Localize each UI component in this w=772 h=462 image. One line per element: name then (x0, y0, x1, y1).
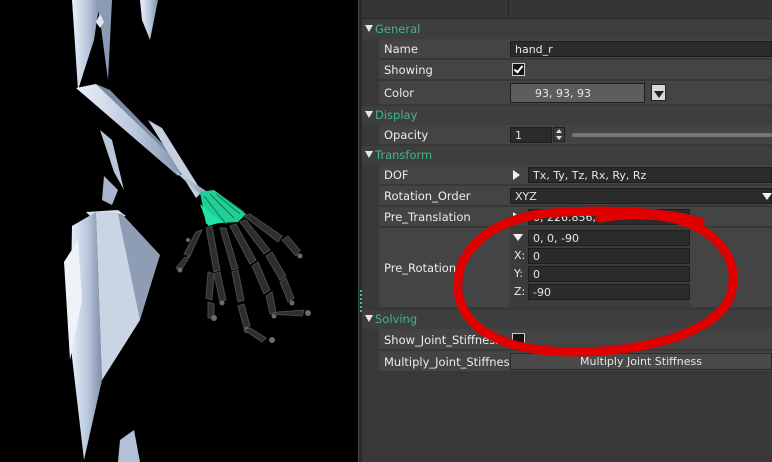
3d-viewport[interactable] (0, 0, 358, 462)
row-show-joint-stiffness: Show_Joint_Stiffness (379, 329, 772, 350)
section-transform-header[interactable]: Transform (362, 146, 772, 165)
section-display-header[interactable]: Display (362, 106, 772, 125)
panel-empty-area (362, 373, 772, 462)
pre-rotation-label: Pre_Rotation (384, 261, 457, 275)
leg-bone (64, 210, 160, 462)
row-multiply-joint-stiffness: Multiply_Joint_Stiffness Multiply Joint … (379, 351, 772, 372)
x-label: X: (514, 249, 526, 262)
section-general-title: General (375, 22, 421, 36)
color-swatch-field[interactable]: 93, 93, 93 (510, 83, 645, 103)
section-display-title: Display (375, 108, 418, 122)
row-dof: DOF Tx, Ty, Tz, Rx, Ry, Rz (379, 165, 772, 185)
row-rotation-order: Rotation_Order XYZ (379, 186, 772, 206)
panel-header-strip (362, 0, 772, 19)
multiply-joint-stiffness-label: Multiply_Joint_Stiffness (384, 355, 516, 369)
finger-bones (175, 213, 301, 329)
opacity-field[interactable]: 1 (510, 127, 552, 143)
row-pre-translation: Pre_Translation 0, 226.856, 90 (379, 207, 772, 227)
dropdown-arrow-icon (654, 91, 664, 98)
properties-panel: General Name hand_r Showing Color 93, 93… (362, 0, 772, 462)
opacity-spinner[interactable] (553, 127, 565, 142)
row-color: Color 93, 93, 93 (379, 81, 772, 105)
pre-translation-label: Pre_Translation (384, 210, 471, 224)
opacity-slider[interactable] (572, 133, 772, 137)
skeleton-view (64, 0, 311, 462)
pre-translation-field[interactable]: 0, 226.856, 90 (528, 209, 690, 225)
upper-arm-bone (76, 84, 202, 205)
dof-label: DOF (384, 168, 409, 182)
show-joint-stiffness-checkbox[interactable] (512, 333, 525, 346)
row-opacity: Opacity 1 (379, 125, 772, 145)
row-pre-rotation: Pre_Rotation 0, 0, -90 X: 0 Y: 0 Z: -90 (379, 228, 772, 308)
spin-up-icon[interactable] (556, 129, 562, 133)
opacity-label: Opacity (384, 128, 429, 142)
checkmark-icon (513, 63, 524, 74)
rotation-x-field[interactable]: 0 (528, 248, 690, 264)
dof-field[interactable]: Tx, Ty, Tz, Rx, Ry, Rz (528, 167, 772, 183)
name-field[interactable]: hand_r (510, 41, 772, 57)
row-showing: Showing (379, 60, 772, 80)
rotation-order-select[interactable]: XYZ (510, 188, 772, 204)
rotation-z-field[interactable]: -90 (528, 284, 690, 300)
section-solving-title: Solving (375, 312, 418, 326)
dropdown-arrow-icon[interactable] (762, 193, 772, 200)
z-label: Z: (514, 285, 526, 298)
header-divider (508, 0, 509, 19)
collapse-triangle-icon[interactable] (365, 315, 373, 322)
section-transform-title: Transform (375, 148, 433, 162)
color-label: Color (384, 86, 415, 100)
expand-arrow-icon[interactable] (513, 170, 520, 180)
pre-rotation-field[interactable]: 0, 0, -90 (528, 230, 690, 246)
rotation-y-field[interactable]: 0 (528, 266, 690, 282)
row-name: Name hand_r (379, 39, 772, 59)
spin-down-icon[interactable] (556, 136, 562, 140)
expand-arrow-icon[interactable] (513, 212, 520, 222)
show-joint-stiffness-label: Show_Joint_Stiffness (384, 333, 502, 347)
collapse-triangle-icon[interactable] (365, 111, 373, 118)
collapse-triangle-icon[interactable] (365, 25, 373, 32)
section-general-header[interactable]: General (362, 20, 772, 39)
multiply-joint-stiffness-button[interactable]: Multiply Joint Stiffness (510, 353, 772, 370)
name-label: Name (384, 42, 418, 56)
pre-rotation-group: 0, 0, -90 X: 0 Y: 0 Z: -90 (510, 228, 690, 307)
upper-bones (72, 0, 158, 90)
selected-hand-bones (200, 190, 246, 226)
collapse-arrow-icon[interactable] (513, 234, 523, 241)
section-solving-header[interactable]: Solving (362, 310, 772, 329)
showing-checkbox[interactable] (512, 63, 525, 76)
collapse-triangle-icon[interactable] (365, 151, 373, 158)
rotation-order-label: Rotation_Order (384, 189, 471, 203)
showing-label: Showing (384, 63, 433, 77)
color-picker-button[interactable] (651, 84, 666, 101)
y-label: Y: (514, 267, 523, 280)
